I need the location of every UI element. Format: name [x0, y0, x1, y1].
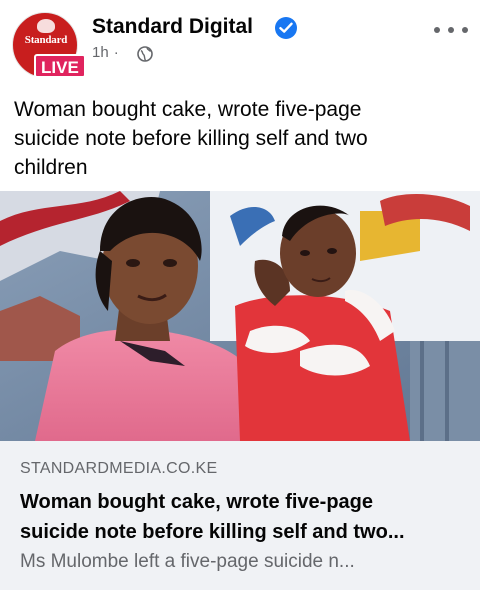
link-preview-image[interactable] — [0, 191, 480, 441]
logo-crest-icon — [37, 19, 55, 33]
more-options-icon[interactable] — [434, 20, 468, 40]
more-dot — [434, 27, 440, 33]
link-preview-card[interactable]: STANDARDMEDIA.CO.KE Woman bought cake, w… — [0, 441, 480, 590]
globe-icon — [137, 46, 153, 62]
link-domain: STANDARDMEDIA.CO.KE — [20, 460, 218, 477]
post-header: Standard LIVE Standard Digital 1h · — [0, 0, 480, 82]
post-text-line: Woman bought cake, wrote five-page — [14, 98, 362, 121]
post-time[interactable]: 1h — [92, 44, 109, 61]
more-dot — [462, 27, 468, 33]
link-title-line: Woman bought cake, wrote five-page — [20, 491, 374, 513]
post-text-line: children — [14, 156, 88, 179]
meta-separator: · — [113, 44, 119, 61]
avatar-brand-logo: Standard — [24, 34, 68, 46]
link-title[interactable]: Woman bought cake, wrote five-page suici… — [20, 487, 468, 547]
verified-check-icon — [275, 17, 297, 39]
page-name-link[interactable]: Standard Digital — [92, 15, 253, 39]
link-description: Ms Mulombe left a five-page suicide n... — [20, 551, 355, 572]
post-text: Woman bought cake, wrote five-page suici… — [14, 95, 466, 182]
post-text-line: suicide note before killing self and two — [14, 127, 368, 150]
more-dot — [448, 27, 454, 33]
live-badge: LIVE — [34, 54, 86, 78]
link-title-line: suicide note before killing self and two… — [20, 521, 405, 543]
post-meta: 1h · — [92, 44, 124, 61]
